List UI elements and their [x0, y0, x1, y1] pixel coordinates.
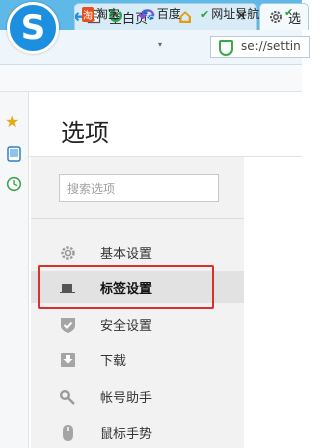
- taobao-icon: 淘: [82, 7, 94, 22]
- separator: [74, 6, 75, 20]
- key-icon: [60, 390, 75, 405]
- chevron-down-icon[interactable]: ▾: [158, 40, 162, 49]
- nav-item-account-assistant[interactable]: 帐号助手: [31, 380, 244, 412]
- hao-icon: ✔: [284, 6, 294, 19]
- download-icon: [61, 353, 75, 367]
- bookmark-taobao[interactable]: 淘淘宝: [82, 5, 120, 22]
- shield-check-icon: [61, 318, 75, 333]
- nav-item-label: 帐号助手: [100, 391, 153, 406]
- bookmark-baidu[interactable]: 🐾 百度: [141, 5, 181, 22]
- bookmark-hao-nav[interactable]: ✔ 网址导航: [200, 5, 259, 22]
- nav-item-label: 基本设置: [100, 247, 153, 262]
- page-title: 选项: [61, 119, 109, 147]
- mouse-icon: [63, 425, 73, 441]
- nav-item-basic-settings[interactable]: 基本设置: [31, 236, 244, 268]
- browser-logo[interactable]: S: [7, 2, 59, 54]
- nav-item-security-settings[interactable]: 安全设置: [31, 308, 244, 340]
- highlight-box: [38, 265, 214, 309]
- bookmarks-bar: [0, 65, 302, 92]
- nav-item-label: 下载: [100, 354, 127, 369]
- bookmark-hao-2[interactable]: ✔: [284, 5, 295, 19]
- url-text: se://settin: [241, 39, 301, 53]
- address-bar[interactable]: se://settin: [210, 36, 310, 58]
- shield-icon: [219, 40, 233, 56]
- nav-item-download[interactable]: 下载: [31, 343, 244, 375]
- history-clock-icon[interactable]: [6, 176, 22, 192]
- search-placeholder: 搜索选项: [67, 182, 116, 196]
- search-input[interactable]: 搜索选项: [59, 174, 219, 202]
- nav-item-mouse-gesture[interactable]: 鼠标手势: [31, 416, 244, 448]
- baidu-paw-icon: 🐾: [141, 8, 155, 21]
- divider: [31, 218, 244, 219]
- tablet-icon[interactable]: [7, 146, 21, 162]
- favorites-star-icon[interactable]: ★: [5, 113, 19, 131]
- nav-item-label: 鼠标手势: [100, 427, 153, 442]
- gear-icon: [61, 246, 75, 260]
- nav-item-label: 安全设置: [100, 319, 153, 334]
- gear-icon: [270, 11, 282, 23]
- hao-icon: ✔: [200, 8, 210, 21]
